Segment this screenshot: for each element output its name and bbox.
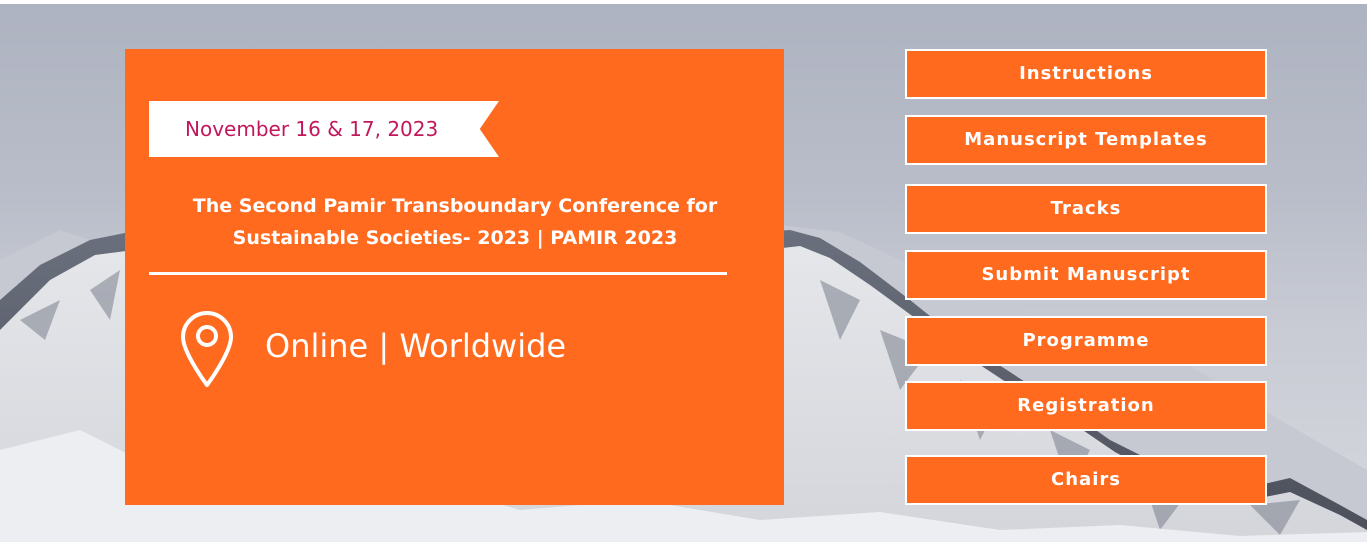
event-info-panel: November 16 & 17, 2023 The Second Pamir … bbox=[125, 49, 784, 505]
event-location: Online | Worldwide bbox=[265, 327, 567, 365]
map-pin-icon bbox=[181, 311, 233, 387]
top-border bbox=[0, 0, 1367, 4]
tracks-button[interactable]: Tracks bbox=[905, 184, 1267, 234]
registration-button[interactable]: Registration bbox=[905, 381, 1267, 431]
submit-manuscript-button[interactable]: Submit Manuscript bbox=[905, 250, 1267, 300]
conference-title: The Second Pamir Transboundary Conferenc… bbox=[192, 195, 718, 249]
title-divider bbox=[149, 272, 727, 275]
chairs-button[interactable]: Chairs bbox=[905, 455, 1267, 505]
manuscript-templates-button[interactable]: Manuscript Templates bbox=[905, 115, 1267, 165]
date-ribbon: November 16 & 17, 2023 bbox=[149, 101, 499, 157]
event-date: November 16 & 17, 2023 bbox=[185, 117, 439, 141]
instructions-button[interactable]: Instructions bbox=[905, 49, 1267, 99]
programme-button[interactable]: Programme bbox=[905, 316, 1267, 366]
